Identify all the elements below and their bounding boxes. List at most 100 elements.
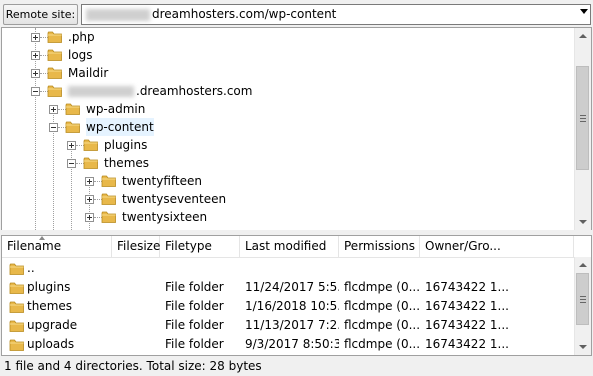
folder-icon <box>9 319 25 333</box>
file-row[interactable]: uploads File folder 9/3/2017 8:50:3... flcd… <box>2 335 574 354</box>
file-perms-cell: flcdmpe (0... <box>344 318 420 332</box>
collapse-toggle-icon[interactable] <box>49 123 58 132</box>
tree-item-label: themes <box>104 156 150 170</box>
scroll-up-icon[interactable] <box>579 34 587 38</box>
remote-directory-tree[interactable]: .php logs Maildir .dreamhosters.com wp-admin… <box>1 27 592 231</box>
tree-item-label: twentyseventeen <box>122 192 227 206</box>
file-type-cell: File folder <box>165 280 224 294</box>
tree-item[interactable]: twentysixteen <box>2 208 572 226</box>
folder-icon <box>101 174 117 188</box>
folder-icon <box>83 138 99 152</box>
expand-toggle-icon[interactable] <box>31 69 40 78</box>
tree-item-label: twentyfifteen <box>122 174 202 188</box>
file-row[interactable]: plugins File folder 11/24/2017 5:5... flcdm… <box>2 278 574 297</box>
status-text: 1 file and 4 directories. Total size: 28… <box>4 359 262 373</box>
file-list-vertical-scrollbar[interactable] <box>574 257 591 355</box>
folder-icon <box>65 102 81 116</box>
file-name-cell: themes <box>27 299 73 313</box>
folder-icon <box>47 66 63 80</box>
expand-toggle-icon[interactable] <box>31 33 40 42</box>
tree-item[interactable]: .php <box>2 28 572 46</box>
tree-item[interactable]: Maildir <box>2 64 572 82</box>
file-type-cell: File folder <box>165 299 224 313</box>
remote-site-bar: Remote site: dreamhosters.com/wp-content <box>0 0 593 28</box>
file-owner-cell: 16743422 1... <box>425 299 509 313</box>
remote-file-list[interactable]: Filename Filesize Filetype Last modified… <box>1 235 592 356</box>
folder-icon <box>47 48 63 62</box>
folder-icon <box>9 338 25 352</box>
tree-item-label: .php <box>68 30 95 44</box>
file-list-header: Filename Filesize Filetype Last modified… <box>2 236 591 258</box>
column-header-permissions[interactable]: Permissions <box>339 236 420 257</box>
file-type-cell: File folder <box>165 337 224 351</box>
remote-path-text: dreamhosters.com/wp-content <box>152 7 337 21</box>
file-perms-cell: flcdmpe (0... <box>344 299 420 313</box>
file-modified-cell: 11/13/2017 7:2... <box>245 318 339 332</box>
file-name-cell: .. <box>27 261 35 275</box>
expand-toggle-icon[interactable] <box>85 213 94 222</box>
file-row[interactable]: upgrade File folder 11/13/2017 7:2... flcdm… <box>2 316 574 335</box>
folder-icon <box>65 120 81 134</box>
folder-icon <box>9 300 25 314</box>
folder-icon <box>47 84 63 98</box>
expand-toggle-icon[interactable] <box>85 195 94 204</box>
file-owner-cell: 16743422 1... <box>425 318 509 332</box>
file-row[interactable]: .. <box>2 259 574 278</box>
tree-scroll-thumb[interactable] <box>576 66 589 170</box>
scroll-up-icon[interactable] <box>579 263 587 267</box>
expand-toggle-icon[interactable] <box>31 51 40 60</box>
tree-item[interactable]: twentyseventeen <box>2 190 572 208</box>
folder-icon <box>47 30 63 44</box>
file-modified-cell: 1/16/2018 10:5... <box>245 299 339 313</box>
remote-site-label: Remote site: <box>3 4 78 25</box>
tree-vertical-scrollbar[interactable] <box>574 28 591 230</box>
file-modified-cell: 11/24/2017 5:5... <box>245 280 339 294</box>
column-header-last-modified[interactable]: Last modified <box>240 236 339 257</box>
file-perms-cell: flcdmpe (0... <box>344 337 420 351</box>
sort-ascending-icon <box>39 236 45 240</box>
file-list-scroll-thumb[interactable] <box>576 273 589 325</box>
file-owner-cell: 16743422 1... <box>425 337 509 351</box>
status-bar: 1 file and 4 directories. Total size: 28… <box>0 356 593 376</box>
file-name-cell: plugins <box>27 280 71 294</box>
file-modified-cell: 9/3/2017 8:50:3... <box>245 337 339 351</box>
folder-icon <box>101 210 117 224</box>
file-owner-cell: 16743422 1... <box>425 280 509 294</box>
tree-item-label: .dreamhosters.com <box>68 82 252 100</box>
file-perms-cell: flcdmpe (0... <box>344 280 420 294</box>
tree-item[interactable]: twentyfifteen <box>2 172 572 190</box>
tree-item[interactable]: .dreamhosters.com <box>2 82 572 100</box>
chevron-down-icon[interactable] <box>580 9 588 14</box>
file-name-cell: uploads <box>27 337 75 351</box>
redacted-host <box>86 9 150 21</box>
expand-toggle-icon[interactable] <box>49 105 58 114</box>
tree-item[interactable]: wp-content <box>2 118 572 136</box>
tree-item-label: logs <box>68 48 93 62</box>
column-header-owner-group[interactable]: Owner/Gro... <box>420 236 574 257</box>
collapse-toggle-icon[interactable] <box>67 159 76 168</box>
scroll-down-icon[interactable] <box>579 345 587 349</box>
column-header-filetype[interactable]: Filetype <box>160 236 240 257</box>
file-type-cell: File folder <box>165 318 224 332</box>
column-header-filesize[interactable]: Filesize <box>112 236 160 257</box>
scroll-down-icon[interactable] <box>579 220 587 224</box>
tree-item[interactable]: themes <box>2 154 572 172</box>
tree-item-label: twentysixteen <box>122 210 208 224</box>
expand-toggle-icon[interactable] <box>85 177 94 186</box>
redacted-host <box>68 86 134 97</box>
folder-icon <box>9 281 25 295</box>
column-header-filename[interactable]: Filename <box>2 236 112 257</box>
file-row[interactable]: themes File folder 1/16/2018 10:5... flcdmp… <box>2 297 574 316</box>
tree-item-label: wp-content <box>86 118 154 136</box>
tree-item[interactable]: wp-admin <box>2 100 572 118</box>
tree-item-label: plugins <box>104 138 148 152</box>
folder-icon <box>83 156 99 170</box>
tree-item[interactable]: plugins <box>2 136 572 154</box>
tree-item-label: wp-admin <box>86 102 146 116</box>
tree-item[interactable]: logs <box>2 46 572 64</box>
remote-path-combobox[interactable]: dreamhosters.com/wp-content <box>81 4 591 25</box>
folder-icon <box>9 262 25 276</box>
folder-icon <box>101 192 117 206</box>
collapse-toggle-icon[interactable] <box>31 87 40 96</box>
expand-toggle-icon[interactable] <box>67 141 76 150</box>
